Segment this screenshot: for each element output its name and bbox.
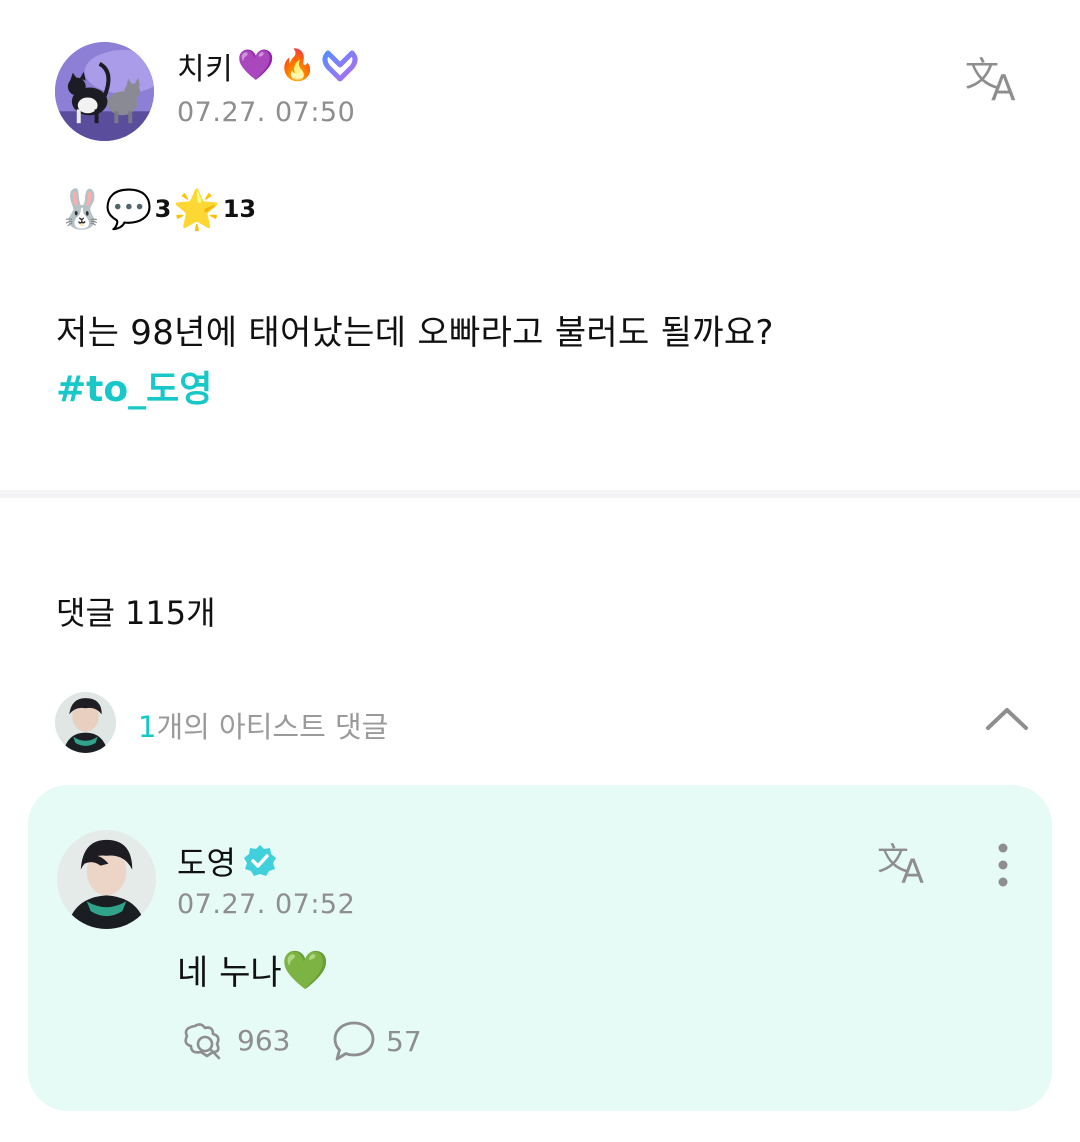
artist-comment-body: 네 누나 💚 xyxy=(177,945,329,994)
post-timestamp: 07.27. 07:50 xyxy=(177,97,356,128)
post-body-text: 저는 98년에 태어났는데 오빠라고 불러도 될까요? xyxy=(56,313,774,353)
speech-count: 3 xyxy=(154,195,172,223)
artist-avatar-small[interactable] xyxy=(55,692,116,753)
svg-text:A: A xyxy=(901,851,924,886)
post-author-name[interactable]: 치키 xyxy=(177,44,233,88)
like-count: 963 xyxy=(237,1023,291,1057)
post-emoji-line: 🐰 💬 3 🌟 13 xyxy=(58,190,258,228)
artist-name[interactable]: 도영 xyxy=(177,838,236,884)
cats-photo xyxy=(55,42,154,141)
artist-comment-summary-label: 개의 아티스트 댓글 xyxy=(156,710,389,744)
artist-comment-translate-icon[interactable]: 文 A xyxy=(877,838,933,886)
post-hashtag[interactable]: #to_도영 xyxy=(56,360,212,412)
post-detail-page: 치키 💜 🔥 07.27. 07:50 文 A 🐰 💬 3 🌟 13 저는 98… xyxy=(0,0,1080,1142)
reply-count: 57 xyxy=(386,1024,422,1058)
like-stat[interactable]: 963 xyxy=(179,1020,290,1060)
artist-comment-timestamp: 07.27. 07:52 xyxy=(177,889,356,920)
svg-text:A: A xyxy=(991,68,1016,104)
star-count: 13 xyxy=(222,195,257,223)
comment-count-label: 댓글 115개 xyxy=(56,594,216,632)
translate-icon[interactable]: 文 A xyxy=(965,52,1025,104)
star-emoji: 🌟 xyxy=(173,187,221,231)
reply-stat[interactable]: 57 xyxy=(332,1020,422,1062)
comment-bubble-icon xyxy=(332,1020,376,1062)
artist-avatar[interactable] xyxy=(57,830,156,929)
fire-emoji: 🔥 xyxy=(278,48,316,83)
membership-badge-icon xyxy=(320,47,360,85)
artist-comment-summary[interactable]: 1개의 아티스트 댓글 xyxy=(138,704,388,746)
section-divider xyxy=(0,490,1080,498)
purple-heart-emoji: 💜 xyxy=(237,48,275,83)
post-author-avatar[interactable] xyxy=(55,42,154,141)
verified-icon xyxy=(242,843,278,879)
artist-name-row: 도영 xyxy=(177,838,278,884)
like-icon xyxy=(179,1020,227,1060)
green-heart-emoji: 💚 xyxy=(281,947,329,992)
artist-comment-text: 네 누나 xyxy=(177,953,282,993)
more-options-icon[interactable] xyxy=(990,840,1016,890)
post-author-row: 치키 💜 🔥 xyxy=(177,44,360,88)
chevron-up-icon[interactable] xyxy=(985,702,1029,732)
speech-bubble-emoji: 💬 xyxy=(105,187,153,231)
artist-comment-count: 1 xyxy=(138,710,157,744)
rabbit-emoji: 🐰 xyxy=(58,187,106,231)
